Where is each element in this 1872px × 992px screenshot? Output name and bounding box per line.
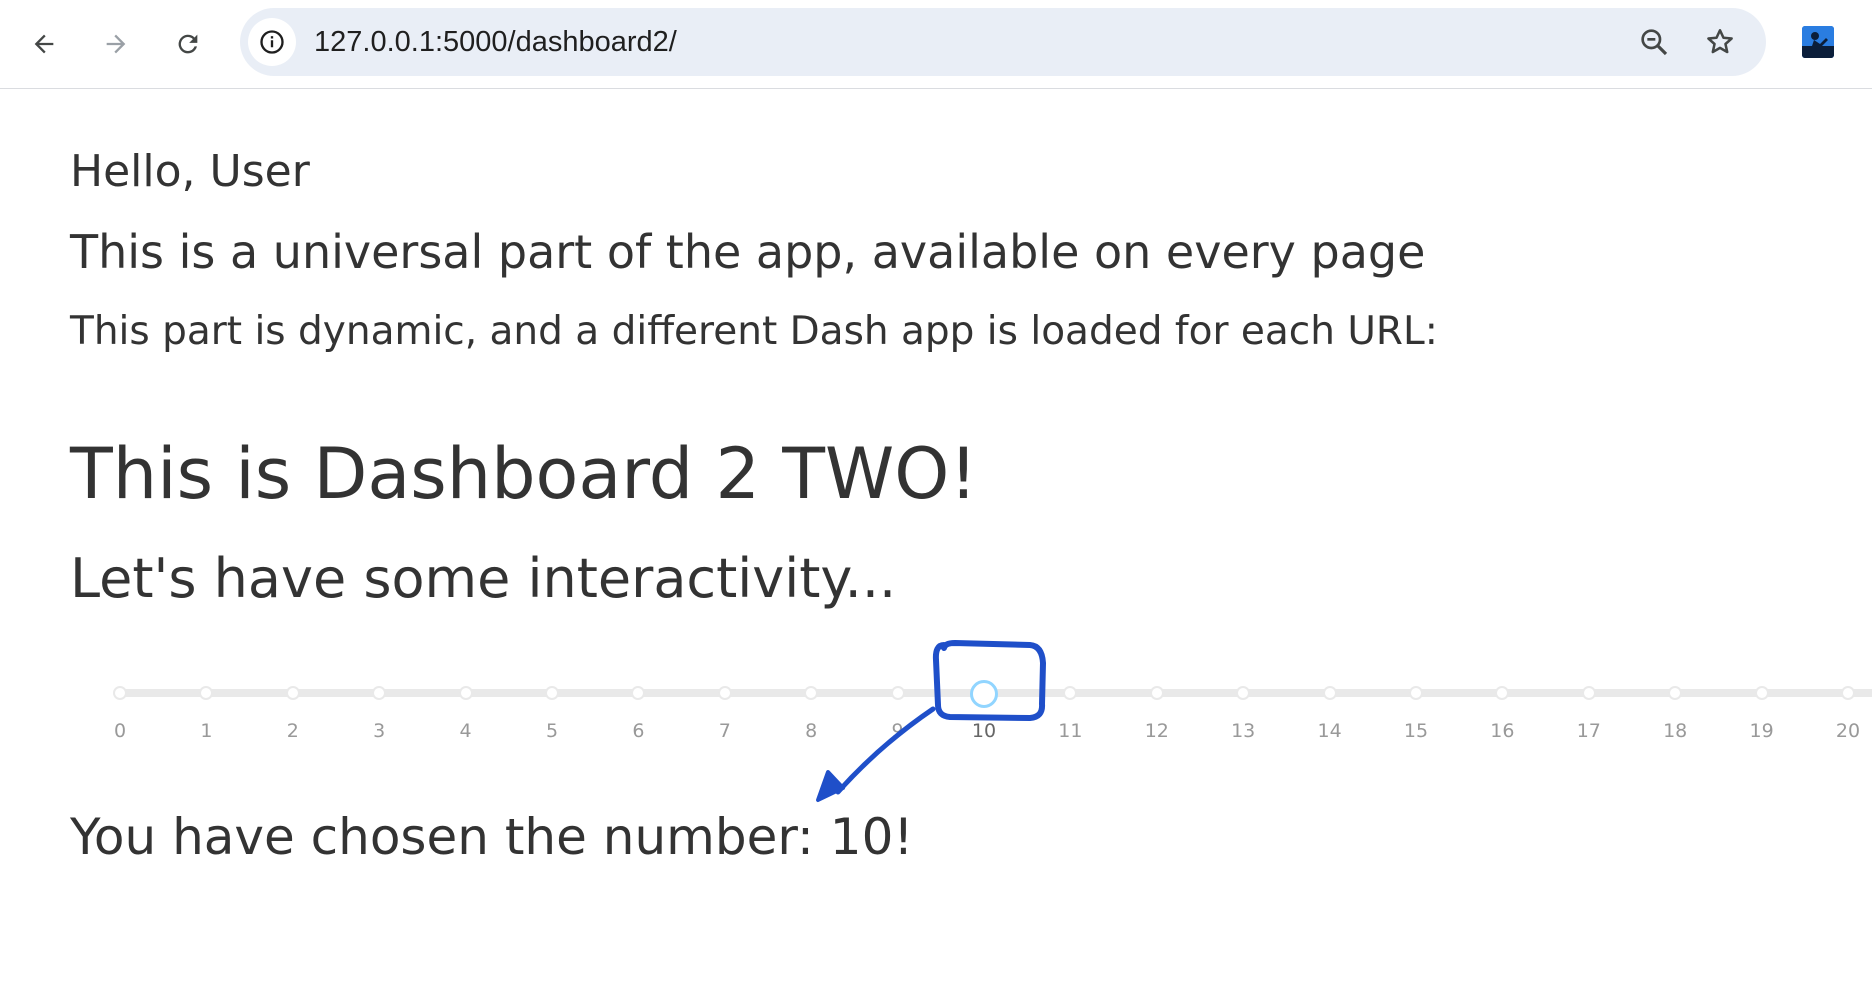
slider-dot[interactable] bbox=[113, 686, 127, 700]
slider-mark-label[interactable]: 9 bbox=[878, 720, 918, 742]
dynamic-text: This part is dynamic, and a different Da… bbox=[70, 309, 1438, 354]
slider-dot[interactable] bbox=[1841, 686, 1855, 700]
slider-mark-label[interactable]: 7 bbox=[705, 720, 745, 742]
address-bar[interactable]: 127.0.0.1:5000/dashboard2/ bbox=[240, 8, 1766, 76]
slider-dot[interactable] bbox=[804, 686, 819, 700]
slider-dot[interactable] bbox=[631, 686, 646, 700]
annotation-arrowhead bbox=[816, 770, 845, 802]
slider-dot[interactable] bbox=[1063, 686, 1078, 700]
slider-dot[interactable] bbox=[285, 686, 300, 700]
profile-avatar-icon bbox=[1802, 26, 1834, 58]
result-text: You have chosen the number: 10! bbox=[70, 808, 914, 866]
slider-mark-label[interactable]: 12 bbox=[1137, 720, 1177, 742]
slider-mark-label[interactable]: 5 bbox=[532, 720, 572, 742]
star-icon[interactable] bbox=[1704, 26, 1736, 58]
arrow-left-icon bbox=[34, 34, 54, 54]
slider-handle[interactable] bbox=[970, 680, 998, 708]
slider-dot[interactable] bbox=[1754, 686, 1769, 700]
slider-dot[interactable] bbox=[1581, 686, 1596, 700]
url-text[interactable]: 127.0.0.1:5000/dashboard2/ bbox=[314, 8, 677, 76]
universal-text: This is a universal part of the app, ava… bbox=[70, 225, 1426, 279]
slider-mark-label[interactable]: 0 bbox=[100, 720, 140, 742]
slider-dot[interactable] bbox=[458, 686, 473, 700]
slider-dot[interactable] bbox=[1495, 686, 1510, 700]
slider-dot[interactable] bbox=[1322, 686, 1337, 700]
slider-mark-label[interactable]: 13 bbox=[1223, 720, 1263, 742]
site-info-button[interactable] bbox=[248, 18, 296, 66]
profile-avatar[interactable] bbox=[1802, 26, 1834, 58]
forward-button[interactable] bbox=[94, 22, 138, 66]
reload-icon bbox=[178, 34, 198, 54]
slider-mark-label[interactable]: 14 bbox=[1310, 720, 1350, 742]
zoom-icon[interactable] bbox=[1638, 26, 1670, 58]
slider-mark-label[interactable]: 6 bbox=[618, 720, 658, 742]
slider-dot[interactable] bbox=[717, 686, 732, 700]
reload-button[interactable] bbox=[166, 22, 210, 66]
slider-mark-label[interactable]: 2 bbox=[273, 720, 313, 742]
slider-mark-label[interactable]: 19 bbox=[1742, 720, 1782, 742]
slider-dot[interactable] bbox=[1236, 686, 1251, 700]
slider-mark-label[interactable]: 17 bbox=[1569, 720, 1609, 742]
slider-mark-label[interactable]: 1 bbox=[186, 720, 226, 742]
slider-dot[interactable] bbox=[1668, 686, 1683, 700]
slider-dot[interactable] bbox=[1409, 686, 1423, 700]
arrow-right-icon bbox=[106, 34, 126, 54]
slider-dot[interactable] bbox=[545, 686, 559, 700]
slider-mark-label[interactable]: 16 bbox=[1482, 720, 1522, 742]
slider-mark-label[interactable]: 4 bbox=[446, 720, 486, 742]
greeting: Hello, User bbox=[70, 146, 310, 197]
number-slider[interactable]: 0 1 2 3 4 5 6 7 8 9 10 11 12 13 14 15 16 17 18 19 20 bbox=[0, 672, 1872, 752]
slider-dot[interactable] bbox=[890, 686, 905, 700]
slider-mark-label[interactable]: 11 bbox=[1050, 720, 1090, 742]
back-button[interactable] bbox=[22, 22, 66, 66]
slider-mark-label[interactable]: 20 bbox=[1828, 720, 1868, 742]
dashboard-subtitle: Let's have some interactivity... bbox=[70, 547, 897, 610]
slider-mark-label[interactable]: 10 bbox=[964, 720, 1004, 742]
slider-dot[interactable] bbox=[372, 686, 387, 700]
slider-mark-label[interactable]: 18 bbox=[1655, 720, 1695, 742]
slider-mark-label[interactable]: 3 bbox=[359, 720, 399, 742]
slider-mark-label[interactable]: 15 bbox=[1396, 720, 1436, 742]
dashboard-title: This is Dashboard 2 TWO! bbox=[70, 433, 978, 515]
slider-dot[interactable] bbox=[199, 686, 214, 700]
slider-mark-label[interactable]: 8 bbox=[791, 720, 831, 742]
browser-toolbar: 127.0.0.1:5000/dashboard2/ bbox=[0, 0, 1872, 89]
info-icon bbox=[260, 30, 284, 54]
slider-dot[interactable] bbox=[1149, 686, 1164, 700]
